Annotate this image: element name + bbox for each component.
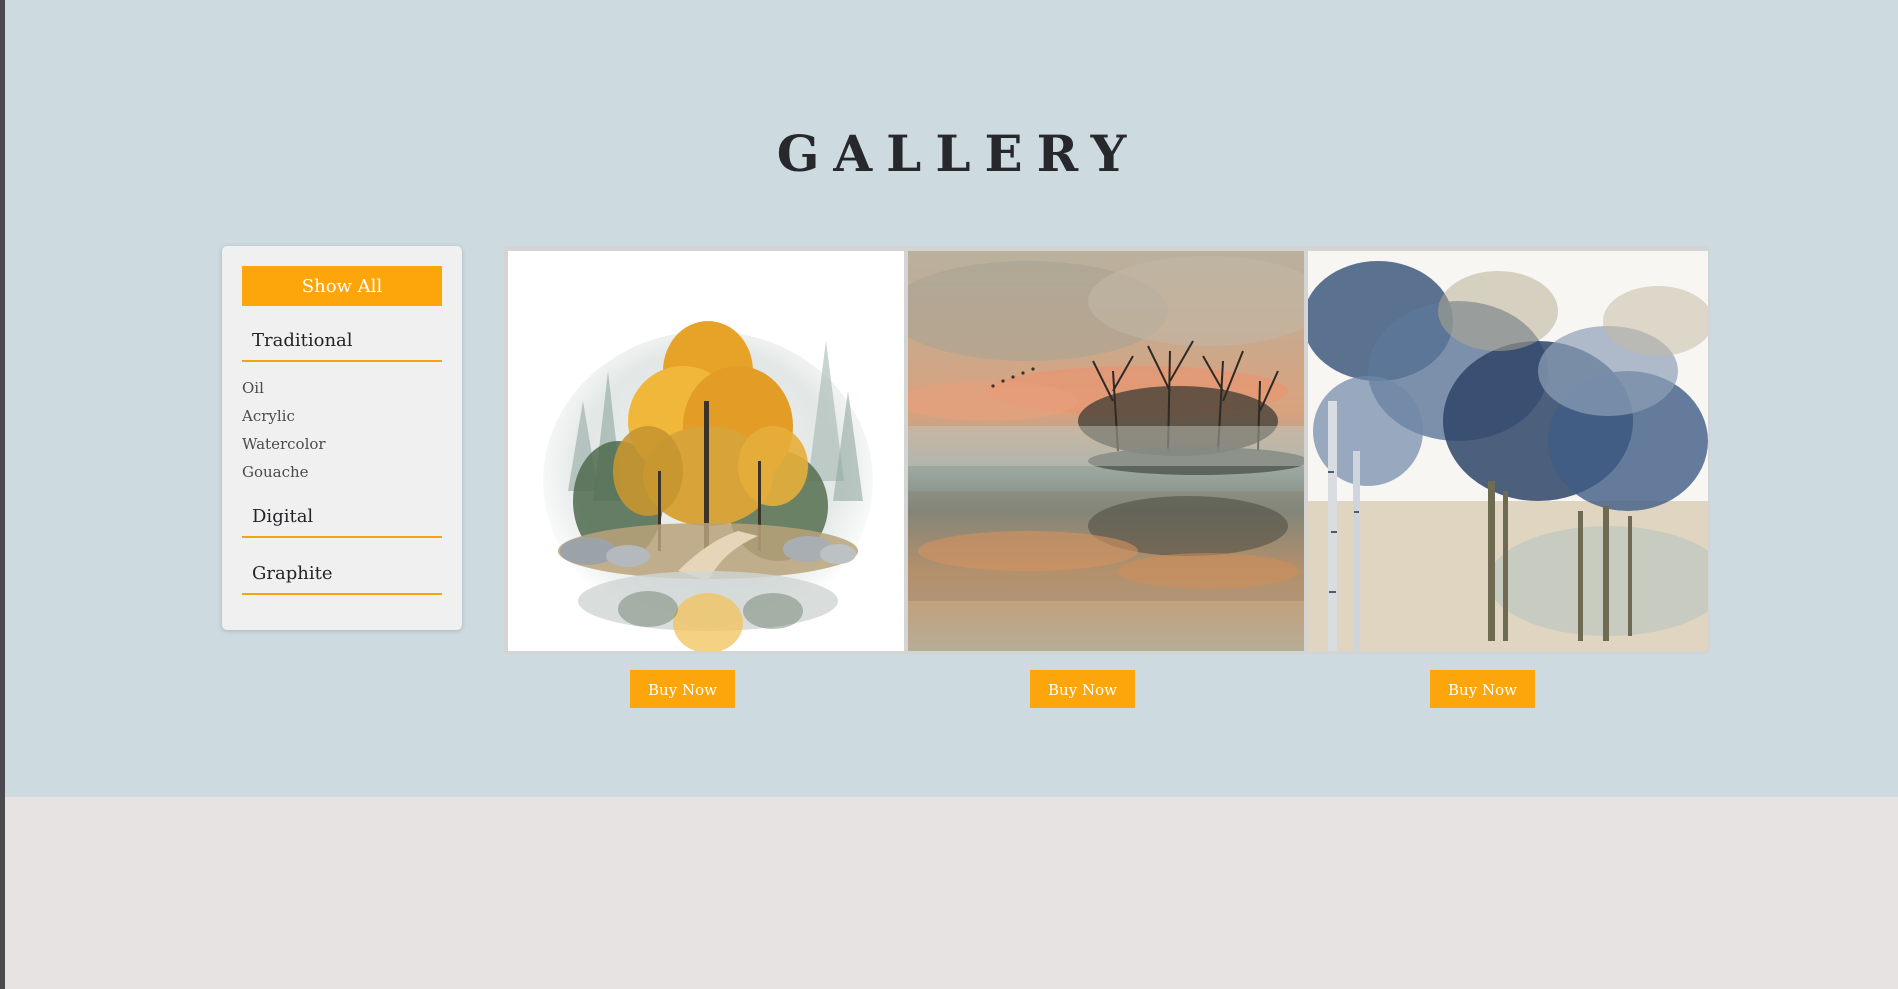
buy-now-button[interactable]: Buy Now: [630, 670, 735, 708]
category-digital[interactable]: Digital: [242, 498, 442, 538]
category-traditional-label: Traditional: [252, 330, 353, 351]
artwork-image[interactable]: [508, 251, 904, 651]
buy-now-button[interactable]: Buy Now: [1430, 670, 1535, 708]
autumn-forest-painting: [508, 251, 904, 651]
category-graphite[interactable]: Graphite: [242, 555, 442, 595]
category-filter-panel: Show All Traditional Oil Acrylic Waterco…: [222, 246, 462, 630]
category-digital-label: Digital: [252, 506, 314, 527]
category-traditional[interactable]: Traditional: [242, 322, 442, 362]
subcategory-watercolor[interactable]: Watercolor: [242, 430, 442, 458]
gallery-image-strip: [504, 246, 1710, 654]
artwork-image[interactable]: [908, 251, 1304, 651]
subcategory-oil[interactable]: Oil: [242, 374, 442, 402]
page-title: GALLERY: [776, 124, 1141, 183]
show-all-button[interactable]: Show All: [242, 266, 442, 306]
blue-trees-painting: [1308, 251, 1708, 651]
traditional-subcategory-list: Oil Acrylic Watercolor Gouache: [242, 374, 442, 486]
misty-lake-painting: [908, 251, 1304, 651]
subcategory-gouache[interactable]: Gouache: [242, 458, 442, 486]
buy-now-button[interactable]: Buy Now: [1030, 670, 1135, 708]
subcategory-acrylic[interactable]: Acrylic: [242, 402, 442, 430]
artwork-image[interactable]: [1308, 251, 1708, 651]
category-graphite-label: Graphite: [252, 563, 333, 584]
